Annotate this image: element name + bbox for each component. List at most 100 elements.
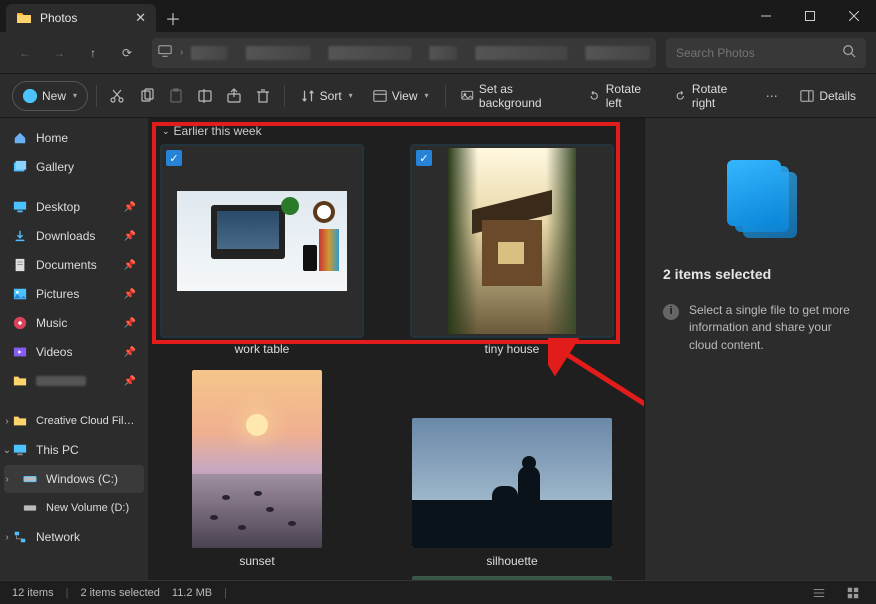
selected-check-icon: ✓ (166, 150, 182, 166)
pin-icon: 📌 (124, 347, 136, 358)
pin-icon: 📌 (124, 260, 136, 271)
content-area: ⌄Earlier this week ✓ work table ✓ tiny h… (148, 118, 644, 580)
thumbnail-image (448, 148, 576, 334)
details-pane-button[interactable]: Details (792, 81, 864, 111)
chevron-right-icon: › (180, 47, 183, 58)
sort-button[interactable]: Sort▾ (293, 81, 361, 111)
thumbnail-image (177, 191, 347, 291)
sidebar-item-new-volume-d[interactable]: New Volume (D:) (4, 494, 144, 522)
pin-icon: 📌 (124, 202, 136, 213)
sidebar: Home Gallery Desktop📌 Downloads📌 Documen… (0, 118, 148, 580)
refresh-button[interactable]: ⟳ (112, 38, 142, 68)
selected-check-icon: ✓ (416, 150, 432, 166)
monitor-icon (158, 44, 172, 61)
chevron-right-icon: › (2, 532, 12, 543)
music-icon (12, 315, 28, 331)
folder-icon (12, 413, 28, 429)
sidebar-item-this-pc[interactable]: ⌄This PC (4, 436, 144, 464)
info-icon: i (663, 304, 679, 320)
title-bar: Photos ✕ ＋ (0, 0, 876, 32)
paste-button[interactable] (163, 82, 188, 110)
caption: silhouette (486, 548, 537, 568)
group-header[interactable]: ⌄Earlier this week (162, 122, 630, 140)
desktop-icon (12, 199, 28, 215)
more-button[interactable]: ⋯ (759, 82, 784, 110)
pin-icon: 📌 (124, 289, 136, 300)
breadcrumb[interactable]: › (152, 38, 656, 68)
photo-tile-silhouette[interactable]: silhouette (412, 418, 612, 580)
documents-icon (12, 257, 28, 273)
photo-tile-sunset[interactable]: sunset (192, 370, 322, 580)
folder-icon (16, 10, 32, 26)
gallery-icon (12, 159, 28, 175)
forward-button[interactable]: → (44, 38, 74, 68)
chevron-down-icon: ⌄ (162, 126, 170, 137)
caption: sunset (239, 548, 274, 568)
cut-button[interactable] (105, 82, 130, 110)
minimize-button[interactable] (744, 0, 788, 32)
sidebar-item-home[interactable]: Home (4, 124, 144, 152)
photo-tile-work-table[interactable]: ✓ work table (162, 146, 362, 356)
details-pane: 2 items selected i Select a single file … (644, 118, 876, 580)
copy-button[interactable] (134, 82, 159, 110)
maximize-button[interactable] (788, 0, 832, 32)
thumbnail-image-partial[interactable] (412, 576, 612, 580)
tab-photos[interactable]: Photos ✕ (6, 4, 156, 32)
sidebar-item-creative-cloud[interactable]: ›Creative Cloud Fil… (4, 407, 144, 435)
details-title: 2 items selected (663, 266, 771, 282)
downloads-icon (12, 228, 28, 244)
status-bar: 12 items | 2 items selected 11.2 MB | (0, 580, 876, 604)
sidebar-item-documents[interactable]: Documents📌 (4, 251, 144, 279)
thumbnail[interactable]: ✓ (162, 146, 362, 336)
close-window-button[interactable] (832, 0, 876, 32)
set-background-button[interactable]: Set as background (453, 81, 576, 111)
pin-icon: 📌 (124, 231, 136, 242)
close-tab-icon[interactable]: ✕ (135, 10, 146, 26)
share-button[interactable] (221, 82, 246, 110)
chevron-down-icon: ▾ (349, 91, 353, 100)
sidebar-item-pictures[interactable]: Pictures📌 (4, 280, 144, 308)
status-selection-count: 2 items selected (80, 587, 159, 599)
new-button[interactable]: New▾ (12, 81, 88, 111)
chevron-right-icon: › (2, 416, 12, 427)
sidebar-item-gallery[interactable]: Gallery (4, 153, 144, 181)
new-tab-button[interactable]: ＋ (156, 4, 190, 32)
thumbnail[interactable]: ✓ (412, 146, 612, 336)
rotate-right-button[interactable]: Rotate right (666, 81, 755, 111)
drive-icon (22, 500, 38, 516)
view-list-button[interactable] (808, 584, 830, 602)
sidebar-item-desktop[interactable]: Desktop📌 (4, 193, 144, 221)
pin-icon: 📌 (124, 318, 136, 329)
pictures-icon (12, 286, 28, 302)
up-button[interactable]: ↑ (78, 38, 108, 68)
view-thumbnails-button[interactable] (842, 584, 864, 602)
search-box[interactable] (666, 38, 866, 68)
network-icon (12, 529, 28, 545)
nav-bar: ← → ↑ ⟳ › (0, 32, 876, 74)
sidebar-item-downloads[interactable]: Downloads📌 (4, 222, 144, 250)
pin-icon: 📌 (124, 376, 136, 387)
search-input[interactable] (676, 46, 834, 60)
caption: work table (235, 336, 290, 356)
search-icon (842, 44, 856, 61)
details-info: i Select a single file to get more infor… (663, 302, 858, 354)
sidebar-item-music[interactable]: Music📌 (4, 309, 144, 337)
photo-tile-tiny-house[interactable]: ✓ tiny house (412, 146, 612, 356)
thumbnail-image[interactable] (192, 370, 322, 548)
sidebar-item-windows-c[interactable]: ›Windows (C:) (4, 465, 144, 493)
delete-button[interactable] (251, 82, 276, 110)
back-button[interactable]: ← (10, 38, 40, 68)
status-item-count: 12 items (12, 587, 54, 599)
rotate-left-button[interactable]: Rotate left (580, 81, 662, 111)
view-button[interactable]: View▾ (365, 81, 437, 111)
pc-icon (12, 442, 28, 458)
videos-icon (12, 344, 28, 360)
chevron-right-icon: › (2, 474, 12, 485)
sidebar-item-network[interactable]: ›Network (4, 523, 144, 551)
sidebar-item-videos[interactable]: Videos📌 (4, 338, 144, 366)
sidebar-item-redacted[interactable]: 📌 (4, 367, 144, 395)
thumbnail-image[interactable] (412, 418, 612, 548)
chevron-down-icon: ▾ (424, 91, 428, 100)
caption: tiny house (485, 336, 540, 356)
rename-button[interactable] (192, 82, 217, 110)
